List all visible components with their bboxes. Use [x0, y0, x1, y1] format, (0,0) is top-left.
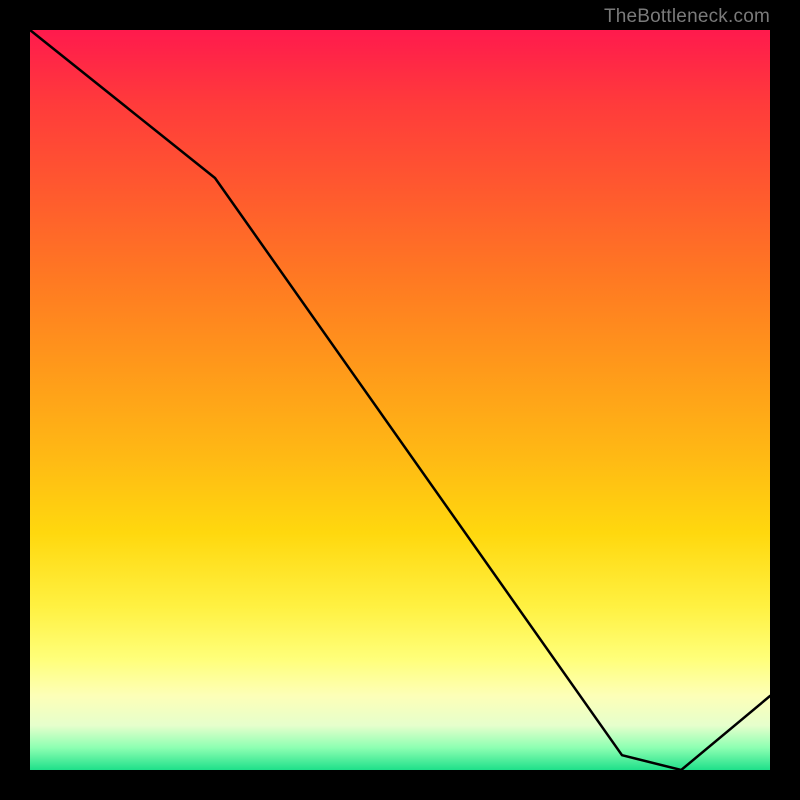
plot-area: [30, 30, 770, 770]
bottleneck-curve: [30, 30, 770, 770]
watermark-label: TheBottleneck.com: [604, 6, 770, 28]
chart-frame: TheBottleneck.com: [0, 0, 800, 800]
